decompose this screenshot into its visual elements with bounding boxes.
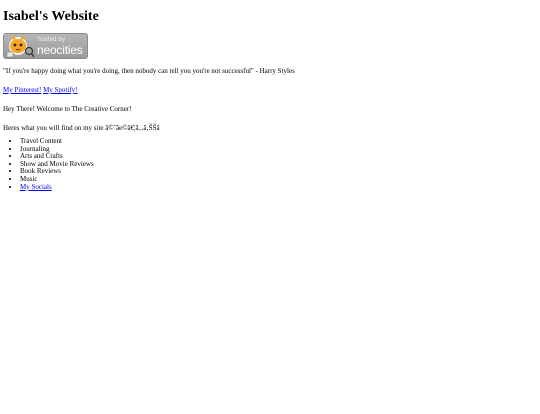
list-item: Book Reviews bbox=[20, 168, 537, 176]
pinterest-link[interactable]: My Pinterest! bbox=[3, 86, 41, 94]
content-list: Travel Content Journaling Arts and Craft… bbox=[3, 137, 537, 192]
badge-brand-text: neocities bbox=[37, 43, 83, 57]
neocities-badge[interactable]: hosted by neocities bbox=[3, 33, 88, 59]
page-content: Isabel's Website hosted by neocities "If… bbox=[0, 9, 540, 191]
list-item: Show and Movie Reviews bbox=[20, 160, 537, 169]
list-item: Journaling bbox=[20, 145, 537, 154]
neocities-cat-icon bbox=[6, 35, 35, 58]
welcome-text: Hey There! Welcome to The Creative Corne… bbox=[3, 105, 132, 113]
list-item: Music bbox=[20, 175, 537, 184]
socials-link[interactable]: My Socials bbox=[20, 183, 52, 191]
list-item: Travel Content bbox=[20, 137, 537, 146]
list-item: Arts and Crafts bbox=[20, 153, 537, 161]
spotify-link[interactable]: My Spotify! bbox=[43, 86, 77, 94]
intro-text: Heres what you will find on my site â©˜ã… bbox=[3, 124, 160, 132]
page-title: Isabel's Website bbox=[3, 9, 99, 24]
social-links-row: My Pinterest! My Spotify! bbox=[3, 86, 537, 95]
list-item-socials: My Socials bbox=[20, 183, 537, 192]
quote-text: "If you're happy doing what you're doing… bbox=[3, 67, 295, 75]
